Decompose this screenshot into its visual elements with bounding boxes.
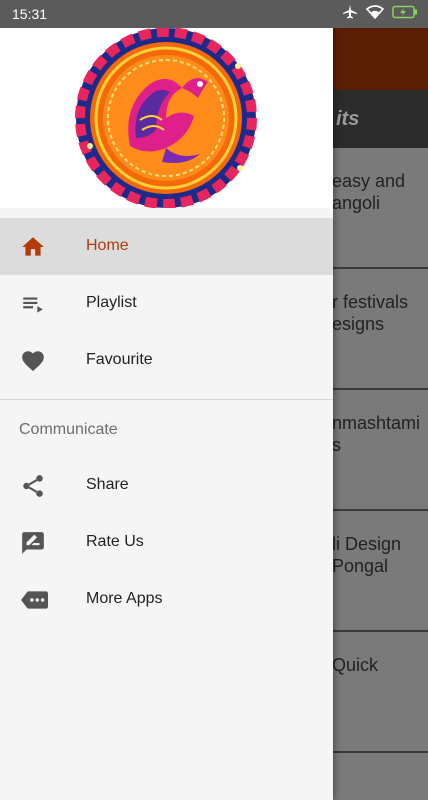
section-title-communicate: Communicate xyxy=(19,421,118,438)
share-icon xyxy=(20,473,46,499)
nav-item-more-apps[interactable]: More Apps xyxy=(0,571,333,628)
playlist-icon xyxy=(20,291,46,317)
wifi-icon xyxy=(366,5,384,19)
nav-item-label: Share xyxy=(86,476,129,493)
nav-item-label: Home xyxy=(86,237,129,254)
battery-charging-icon xyxy=(392,5,418,19)
rate-icon xyxy=(20,530,46,556)
status-time: 15:31 xyxy=(12,6,48,22)
drawer-header xyxy=(0,28,333,208)
nav-item-label: Playlist xyxy=(86,294,137,311)
list-item-title: easy and angoli xyxy=(332,171,406,213)
list-item-title: li Design Pongal xyxy=(332,534,402,576)
heart-icon xyxy=(20,348,46,374)
nav-item-label: Rate Us xyxy=(86,533,144,550)
more-apps-icon xyxy=(20,587,48,613)
list-item-title: nmashtami s xyxy=(332,413,421,455)
status-bar: 15:31 xyxy=(0,0,428,28)
home-icon xyxy=(20,234,46,260)
list-item-title: r festivals esigns xyxy=(332,292,409,334)
navigation-drawer: Home Playlist Favourite Communicate Shar… xyxy=(0,28,333,800)
nav-item-label: More Apps xyxy=(86,590,163,607)
nav-item-home[interactable]: Home xyxy=(0,218,333,275)
airplane-icon xyxy=(342,5,358,19)
nav-item-rate-us[interactable]: Rate Us xyxy=(0,514,333,571)
nav-item-share[interactable]: Share xyxy=(0,457,333,514)
status-icons xyxy=(342,5,418,19)
rangoli-logo xyxy=(75,28,257,208)
nav-item-label: Favourite xyxy=(86,351,153,368)
list-item-title: Quick xyxy=(332,655,379,675)
nav-item-favourite[interactable]: Favourite xyxy=(0,332,333,389)
nav-item-playlist[interactable]: Playlist xyxy=(0,275,333,332)
tab-title: its xyxy=(336,108,360,130)
